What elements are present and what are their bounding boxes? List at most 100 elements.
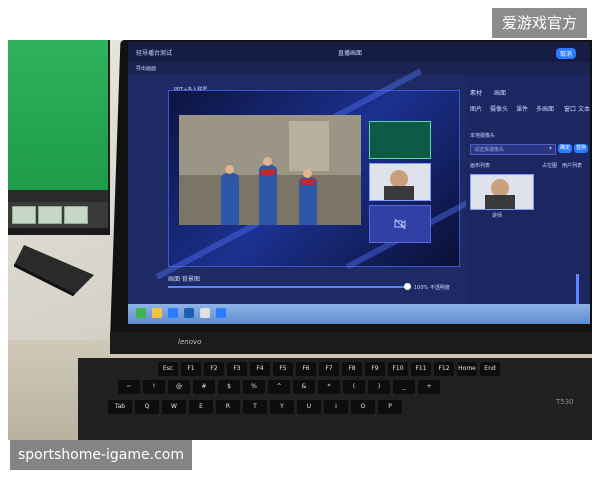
cancel-button[interactable]: 取消	[556, 48, 577, 59]
start-icon[interactable]	[136, 308, 146, 318]
keyboard-key[interactable]: )	[368, 380, 390, 394]
app-icon[interactable]	[184, 308, 194, 318]
subtab-courseware[interactable]: 课件	[516, 104, 528, 113]
camera-name: 讲师	[492, 213, 503, 219]
subtab-image[interactable]: 图片	[470, 104, 482, 113]
keyboard-key[interactable]: I	[324, 400, 348, 414]
keyboard-key[interactable]: F4	[250, 362, 270, 376]
keyboard-key[interactable]: Esc	[158, 362, 178, 376]
camera-off-icon	[394, 218, 406, 230]
subtab-camera[interactable]: 摄像头	[490, 104, 508, 113]
confirm-button[interactable]: 确定	[558, 144, 572, 153]
live-button[interactable]: 直播画面	[338, 48, 362, 57]
monitor-toolbar	[8, 190, 108, 202]
laptop-brand-logo: lenovo	[178, 338, 202, 346]
student-head	[225, 165, 234, 174]
subtab-window[interactable]: 窗口	[564, 104, 576, 113]
instructor-camera-card[interactable]	[470, 174, 534, 210]
opacity-slider-handle[interactable]	[404, 283, 411, 290]
windows-taskbar	[128, 304, 590, 324]
placeholder-label[interactable]: 占位图	[542, 162, 557, 169]
user-list-label[interactable]: 用户列表	[562, 162, 582, 169]
keyboard-key[interactable]: F3	[227, 362, 247, 376]
app-icon[interactable]	[216, 308, 226, 318]
keyboard-key[interactable]: F5	[273, 362, 293, 376]
keyboard-key[interactable]: W	[162, 400, 186, 414]
vertical-slider[interactable]	[576, 274, 579, 304]
keyboard-key[interactable]: F2	[204, 362, 224, 376]
keyboard-key[interactable]: T	[243, 400, 267, 414]
keyboard-key[interactable]: F6	[296, 362, 316, 376]
keyboard-key[interactable]: F10	[388, 362, 408, 376]
keyboard-key[interactable]: End	[480, 362, 500, 376]
building-window	[289, 121, 329, 171]
watermark-top: 爱游戏官方	[492, 8, 588, 38]
green-screen	[8, 40, 108, 190]
laptop-screen: 轻导播台测试 直播画面 取消 导出画面 PPT+多人联屏	[128, 42, 590, 324]
empty-slot[interactable]	[369, 205, 431, 243]
app-menubar: 导出画面 PPT+多人联屏	[128, 62, 590, 93]
keyboard-key[interactable]: ^	[268, 380, 290, 394]
keyboard-key[interactable]: P	[378, 400, 402, 414]
monitor-thumbnail	[12, 206, 36, 224]
export-menu-item[interactable]: 导出画面	[136, 65, 156, 72]
student-figure	[221, 173, 239, 225]
keyboard-key[interactable]: Q	[135, 400, 159, 414]
student-head	[263, 157, 272, 166]
canvas-list-label: 画布列表	[470, 163, 491, 169]
camera-label: 本地摄像头	[470, 133, 496, 139]
keyboard-key[interactable]: _	[393, 380, 415, 394]
keyboard-key[interactable]: $	[218, 380, 240, 394]
keyboard: Esc F1 F2 F3 F4 F5 F6 F7 F8 F9 F10 F11 F12 Home End ~!…	[78, 358, 592, 440]
keyboard-key[interactable]: F7	[319, 362, 339, 376]
browser-icon[interactable]	[168, 308, 178, 318]
camera-select-placeholder: 请选择摄像头	[474, 147, 505, 153]
material-panel: 素材 画面 图片 摄像头 课件 多画面 窗口 文本 本地摄像头 请选择摄像头 ▾…	[466, 74, 590, 314]
shoulders	[485, 195, 515, 209]
photo: 轻导播台测试 直播画面 取消 导出画面 PPT+多人联屏	[8, 40, 592, 440]
monitor-thumbnail	[38, 206, 62, 224]
subtab-text[interactable]: 文本	[578, 104, 590, 113]
keyboard-key[interactable]: Y	[270, 400, 294, 414]
external-monitor	[8, 40, 110, 235]
keyboard-key[interactable]: R	[216, 400, 240, 414]
keyboard-key[interactable]: Home	[457, 362, 477, 376]
timeline-label: 画面·背景图	[168, 276, 200, 283]
timeline: 画面·背景图 100% 不透明度	[168, 274, 458, 294]
keyboard-key[interactable]: E	[189, 400, 213, 414]
keyboard-key[interactable]: %	[243, 380, 265, 394]
slide-thumbnail	[369, 121, 431, 159]
keyboard-key[interactable]: U	[297, 400, 321, 414]
red-scarf	[301, 179, 315, 185]
app-titlebar: 轻导播台测试 直播画面 取消	[128, 42, 590, 62]
monitor-stand	[14, 245, 94, 297]
replace-button[interactable]: 替换	[574, 144, 588, 153]
keyboard-key[interactable]: #	[193, 380, 215, 394]
watermark-bottom: sportshome-igame.com	[10, 440, 192, 470]
tab-scene[interactable]: 画面	[494, 88, 506, 97]
keyboard-key[interactable]: F12	[434, 362, 454, 376]
shoulders	[384, 186, 414, 200]
camera-select[interactable]: 请选择摄像头 ▾	[470, 144, 556, 155]
keyboard-key[interactable]: !	[143, 380, 165, 394]
monitor-thumbnail	[64, 206, 88, 224]
tab-material[interactable]: 素材	[470, 88, 482, 97]
keyboard-key[interactable]: O	[351, 400, 375, 414]
monitor-thumbnail-strip	[8, 202, 108, 228]
keyboard-key[interactable]: @	[168, 380, 190, 394]
folder-icon[interactable]	[152, 308, 162, 318]
keyboard-key[interactable]: (	[343, 380, 365, 394]
live-preview-canvas	[155, 68, 473, 280]
subtab-multiscreen[interactable]: 多画面	[536, 104, 554, 113]
keyboard-key[interactable]: Tab	[108, 400, 132, 414]
keyboard-key[interactable]: *	[318, 380, 340, 394]
keyboard-key[interactable]: +	[418, 380, 440, 394]
keyboard-key[interactable]: F11	[411, 362, 431, 376]
keyboard-key[interactable]: F8	[342, 362, 362, 376]
app-icon[interactable]	[200, 308, 210, 318]
opacity-slider-track[interactable]	[168, 286, 408, 288]
keyboard-key[interactable]: F9	[365, 362, 385, 376]
keyboard-key[interactable]: F1	[181, 362, 201, 376]
keyboard-key[interactable]: &	[293, 380, 315, 394]
keyboard-key[interactable]: ~	[118, 380, 140, 394]
